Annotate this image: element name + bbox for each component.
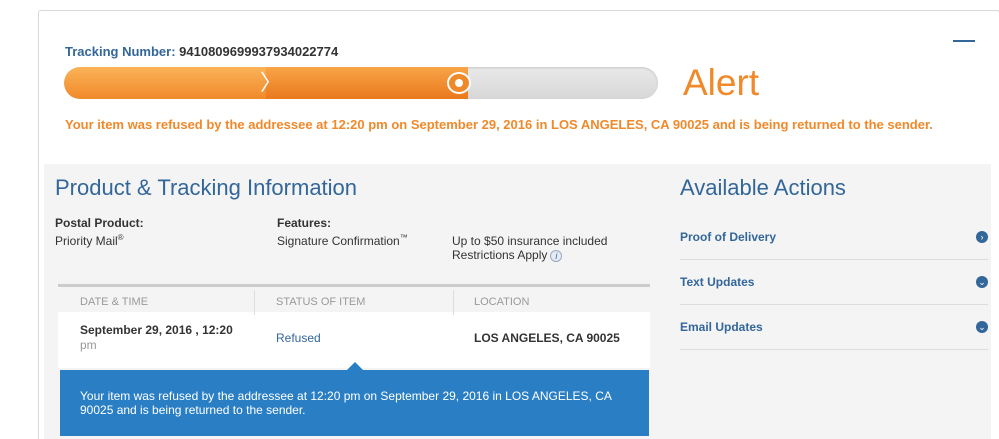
action-email-updates[interactable]: Email Updates ⌄	[680, 305, 988, 350]
chevron-down-icon[interactable]: ⌄	[976, 276, 988, 288]
features-label: Features:	[277, 216, 332, 230]
column-header-location: LOCATION	[474, 296, 530, 308]
progress-fill-stage-1	[64, 67, 266, 99]
status-title: Alert	[683, 62, 760, 103]
row-date: September 29, 2016 , 12:20 pm	[80, 323, 250, 353]
row-date-text: September 29, 2016 , 12:20	[80, 323, 233, 337]
action-text-updates[interactable]: Text Updates ⌄	[680, 260, 988, 305]
tracking-number: 9410809699937934022774	[179, 44, 339, 59]
info-icon[interactable]: i	[550, 250, 563, 262]
status-detail-tooltip: Your item was refused by the addressee a…	[60, 370, 649, 436]
restrictions-link[interactable]: Restrictions Apply	[452, 248, 547, 262]
progress-bar: 〉	[64, 67, 658, 99]
progress-marker-dot	[455, 79, 463, 87]
restrictions-row: Restrictions Apply i	[452, 248, 632, 262]
postal-product-label: Postal Product:	[55, 216, 144, 230]
feature-signature-text: Signature Confirmation	[277, 234, 400, 248]
column-header-status: STATUS OF ITEM	[276, 296, 366, 308]
row-date-suffix: pm	[80, 338, 97, 352]
action-label: Proof of Delivery	[680, 230, 777, 244]
chevron-right-icon[interactable]: ›	[976, 231, 988, 243]
actions-section-title: Available Actions	[680, 175, 846, 200]
tracking-number-label: Tracking Number:	[65, 44, 176, 59]
feature-insurance-text: Up to $50 insurance included	[452, 234, 608, 248]
chevron-right-icon: 〉	[260, 70, 283, 95]
progress-fill-stage-2	[266, 67, 468, 99]
feature-insurance: Up to $50 insurance included Restriction…	[452, 234, 632, 262]
trademark-mark: ™	[399, 233, 408, 242]
collapse-icon[interactable]	[953, 40, 975, 42]
column-divider	[453, 290, 454, 315]
tracking-history-table: DATE & TIME STATUS OF ITEM LOCATION Sept…	[58, 284, 650, 368]
table-header: DATE & TIME STATUS OF ITEM LOCATION	[58, 284, 650, 315]
feature-signature: Signature Confirmation™	[277, 233, 408, 248]
row-location: LOS ANGELES, CA 90025	[474, 331, 620, 345]
product-section-title: Product & Tracking Information	[55, 175, 358, 200]
status-message: Your item was refused by the addressee a…	[65, 117, 933, 132]
postal-product-name: Priority Mail	[55, 234, 118, 248]
tracking-number-row: Tracking Number: 9410809699937934022774	[65, 44, 338, 59]
action-proof-of-delivery[interactable]: Proof of Delivery ›	[680, 215, 988, 260]
postal-product-value: Priority Mail®	[55, 233, 124, 248]
column-divider	[254, 290, 255, 315]
tooltip-arrow	[347, 362, 363, 370]
action-label: Email Updates	[680, 320, 763, 334]
row-status[interactable]: Refused	[276, 331, 321, 345]
column-header-date: DATE & TIME	[80, 296, 149, 308]
action-label: Text Updates	[680, 275, 755, 289]
registered-mark: ®	[117, 233, 124, 242]
chevron-down-icon[interactable]: ⌄	[976, 321, 988, 333]
